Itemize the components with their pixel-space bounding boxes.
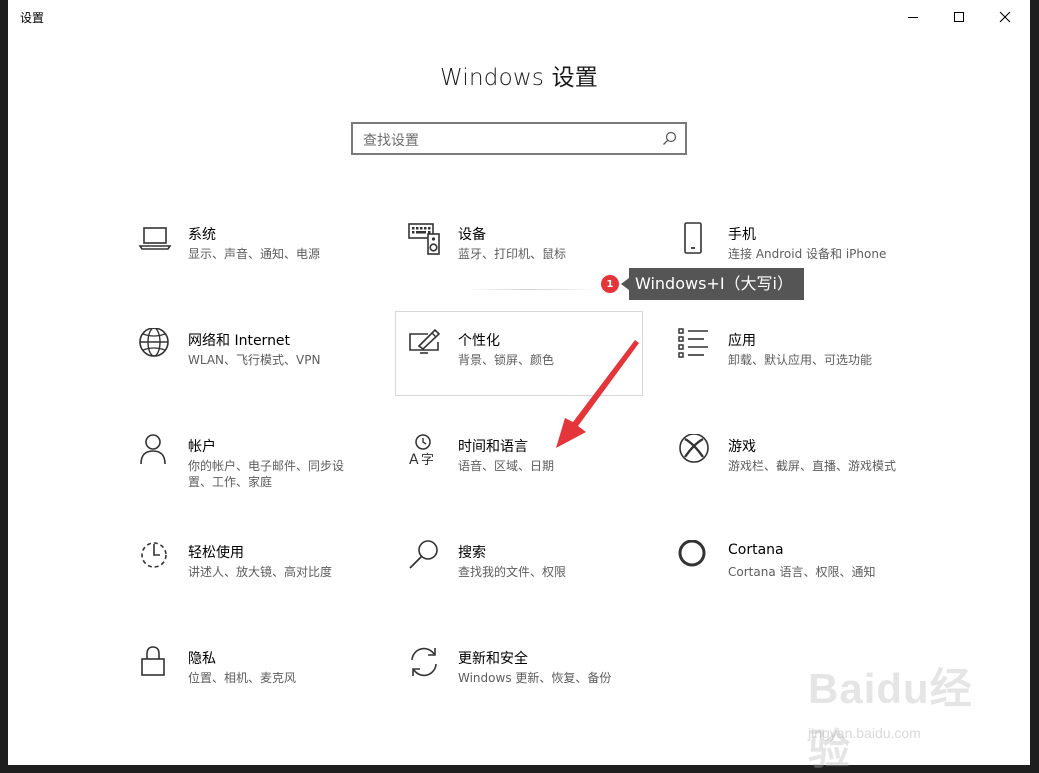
watermark: Baidu经验 jingyan.baidu.com <box>808 655 1008 773</box>
tile-description: 游戏栏、截屏、直播、游戏模式 <box>728 459 897 473</box>
tile-label: 手机 <box>728 227 756 243</box>
tile-description: Cortana 语言、权限、通知 <box>728 565 876 579</box>
annotation-callout: Windows+I（大写i） <box>621 268 804 300</box>
search-icon <box>409 540 438 569</box>
maximize-button[interactable] <box>936 0 982 34</box>
tile-system[interactable]: 系统 显示、声音、通知、电源 <box>138 222 386 306</box>
person-icon <box>140 434 166 465</box>
tile-label: 游戏 <box>728 439 756 455</box>
tile-description: 蓝牙、打印机、鼠标 <box>458 247 567 261</box>
keyboard-speaker-icon <box>408 223 440 255</box>
tile-description: Windows 更新、恢复、备份 <box>458 671 612 685</box>
svg-text:A: A <box>409 452 419 468</box>
tile-label: Cortana <box>728 542 784 558</box>
tile-ease-of-access[interactable]: 轻松使用 讲述人、放大镜、高对比度 <box>138 540 386 624</box>
settings-window: 设置 Windows 设置 查找设置 系统 显示、声音、通知、电源 设备 蓝牙、… <box>8 0 1030 773</box>
page-title: Windows 设置 <box>440 65 598 91</box>
tile-description: 查找我的文件、权限 <box>458 565 567 579</box>
globe-icon <box>139 328 169 357</box>
window-title: 设置 <box>20 11 45 25</box>
tile-label: 帐户 <box>188 439 216 455</box>
tile-description: 连接 Android 设备和 iPhone <box>728 247 887 261</box>
ease-of-access-icon <box>141 542 167 568</box>
time-language-icon: A 字 <box>409 434 434 468</box>
lock-icon <box>141 646 165 676</box>
tile-label: 系统 <box>188 227 216 243</box>
tile-label: 轻松使用 <box>188 545 244 561</box>
search-input[interactable]: 查找设置 <box>363 130 419 150</box>
tile-gaming[interactable]: 游戏 游戏栏、截屏、直播、游戏模式 <box>678 434 926 518</box>
minimize-button[interactable] <box>890 0 936 34</box>
tile-label: 设备 <box>458 227 486 243</box>
svg-text:字: 字 <box>421 453 434 468</box>
apps-list-icon <box>678 328 708 358</box>
paint-monitor-icon <box>409 328 441 354</box>
watermark-url: jingyan.baidu.com <box>808 725 921 741</box>
tile-privacy[interactable]: 隐私 位置、相机、麦克风 <box>138 646 386 730</box>
tile-label: 应用 <box>728 333 756 349</box>
tile-apps[interactable]: 应用 卸载、默认应用、可选功能 <box>678 328 926 412</box>
tile-label: 个性化 <box>458 333 500 349</box>
tile-label: 时间和语言 <box>458 439 528 455</box>
tile-devices[interactable]: 设备 蓝牙、打印机、鼠标 <box>408 222 656 306</box>
search-box[interactable]: 查找设置 <box>351 122 687 155</box>
close-button[interactable] <box>982 0 1028 34</box>
minimize-icon <box>908 17 918 18</box>
tile-description: WLAN、飞行模式、VPN <box>188 353 321 367</box>
xbox-icon <box>679 434 709 463</box>
phone-icon <box>684 222 702 254</box>
tile-update-security[interactable]: 更新和安全 Windows 更新、恢复、备份 <box>408 646 656 730</box>
close-icon <box>999 11 1011 23</box>
search-icon[interactable] <box>662 131 677 146</box>
sync-icon <box>411 647 437 677</box>
tile-label: 搜索 <box>458 545 486 561</box>
tile-description: 位置、相机、麦克风 <box>188 671 297 685</box>
maximize-icon <box>954 12 964 22</box>
annotation-arrow <box>556 340 639 448</box>
tile-description: 卸载、默认应用、可选功能 <box>728 353 873 367</box>
cortana-icon <box>678 540 706 567</box>
tile-accounts[interactable]: 帐户 你的帐户、电子邮件、同步设置、工作、家庭 <box>138 434 386 518</box>
tile-description: 讲述人、放大镜、高对比度 <box>188 565 333 579</box>
tile-label: 更新和安全 <box>458 651 528 667</box>
tile-label: 网络和 Internet <box>188 333 291 349</box>
tile-cortana[interactable]: Cortana Cortana 语言、权限、通知 <box>678 540 926 624</box>
laptop-icon <box>138 227 172 250</box>
tile-description: 语音、区域、日期 <box>458 459 555 473</box>
tile-label: 隐私 <box>188 651 216 667</box>
watermark-logo: Baidu经验 <box>808 665 973 773</box>
annotation-step-badge: 1 <box>601 275 619 293</box>
title-bar: 设置 <box>8 0 1030 34</box>
tile-description: 显示、声音、通知、电源 <box>188 247 321 261</box>
tile-description: 你的帐户、电子邮件、同步设置、工作、家庭 <box>188 459 345 489</box>
tile-network[interactable]: 网络和 Internet WLAN、飞行模式、VPN <box>138 328 386 412</box>
tile-search[interactable]: 搜索 查找我的文件、权限 <box>408 540 656 624</box>
